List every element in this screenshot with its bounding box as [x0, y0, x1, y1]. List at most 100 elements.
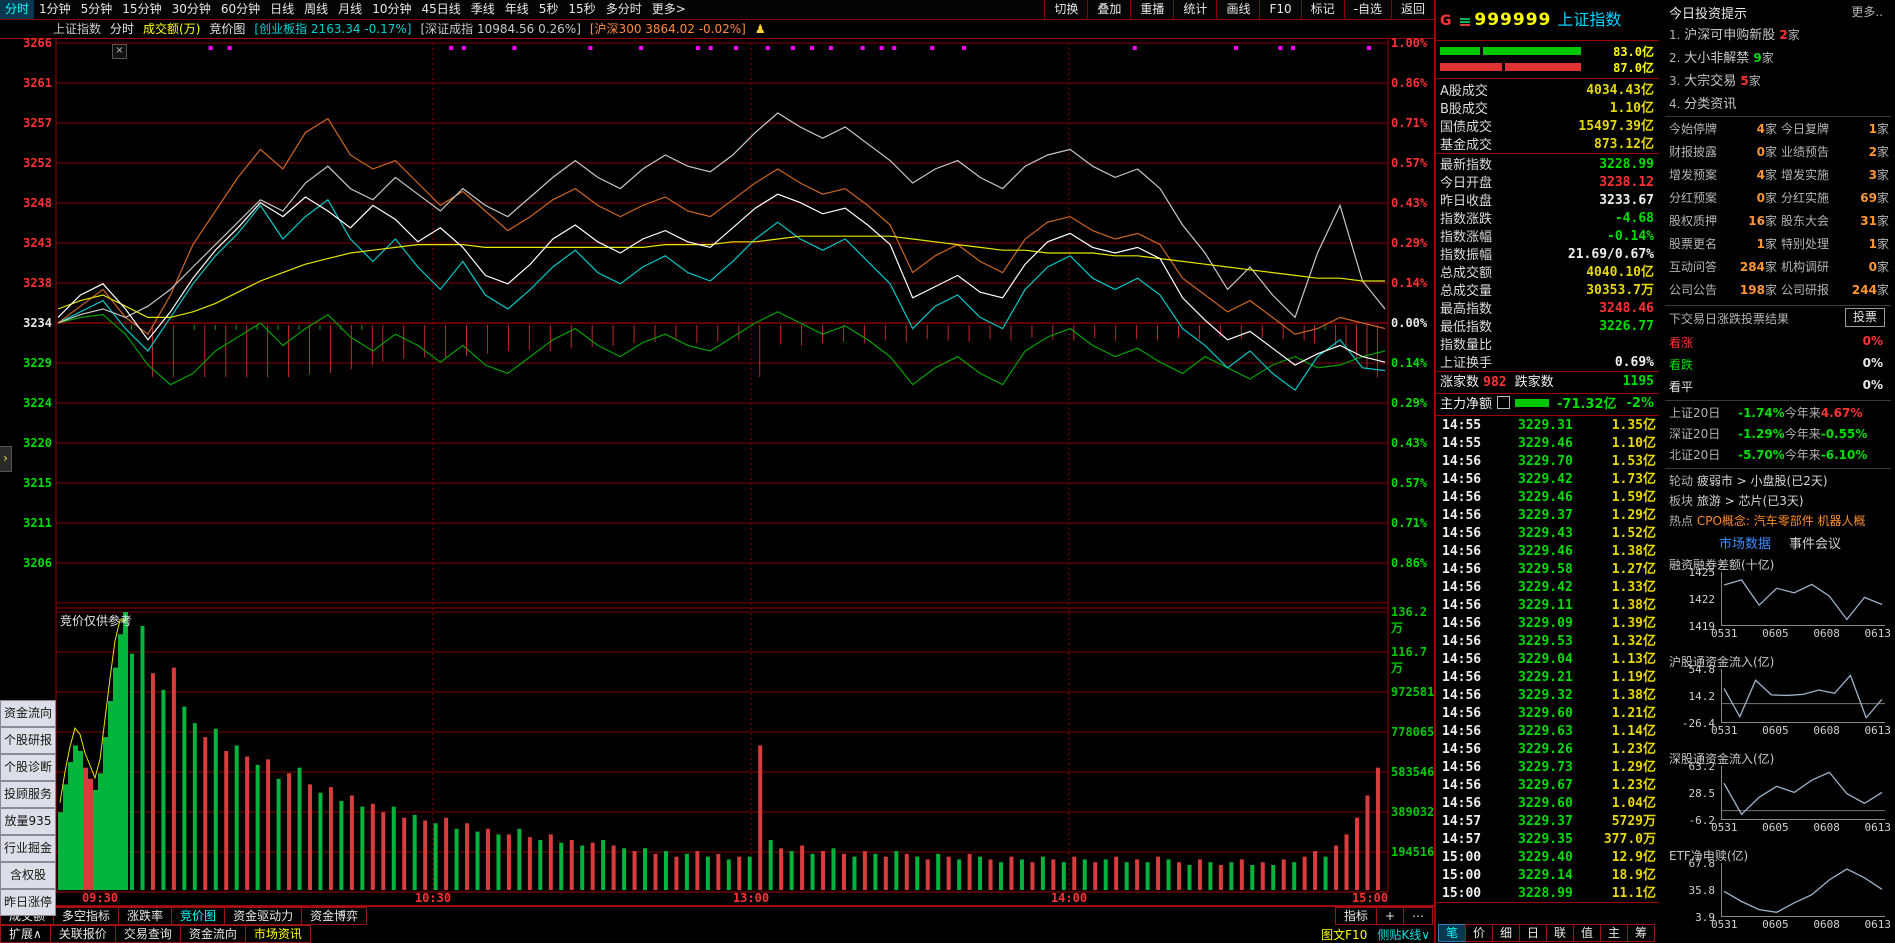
invest-item[interactable]: 2. 大小非解禁 9家	[1669, 47, 1891, 66]
quote-tab-联[interactable]: 联	[1546, 924, 1574, 942]
grid-cell[interactable]: 机构调研 0家	[1781, 258, 1889, 275]
toolbar-action-统计[interactable]: 统计	[1173, 0, 1216, 19]
overlay-index-quote[interactable]: [创业板指 2163.34 -0.17%]	[254, 22, 411, 36]
grid-cell[interactable]: 分红实施 69家	[1781, 189, 1889, 206]
grid-cell[interactable]: 今日复牌 1家	[1781, 120, 1889, 137]
rotation-value[interactable]: 旅游 > 芯片(已3天)	[1697, 494, 1804, 508]
toolbar-period[interactable]: 季线	[466, 0, 500, 19]
function-tab-关联报价[interactable]: 关联报价	[50, 925, 116, 943]
toolbar-period[interactable]: 周线	[299, 0, 333, 19]
intraday-chart[interactable]	[0, 38, 1434, 906]
sidebar-button-行业掘金[interactable]: 行业掘金	[0, 835, 56, 862]
tick-amount: 1.59亿	[1612, 489, 1656, 507]
tick-list[interactable]: 14:553229.311.35亿14:553229.461.10亿14:563…	[1436, 417, 1659, 903]
toolbar-period[interactable]: 15分钟	[117, 0, 166, 19]
quote-tab-价[interactable]: 价	[1465, 924, 1493, 942]
pct-axis-label: 0.29%	[1391, 396, 1433, 410]
sidebar-button-放量935[interactable]: 放量935	[0, 808, 56, 835]
grid-cell[interactable]: 特别处理 1家	[1781, 235, 1889, 252]
grid-cell[interactable]: 股权质押 16家	[1669, 212, 1781, 229]
list-icon[interactable]	[1497, 396, 1510, 409]
toolbar-action--自选[interactable]: -自选	[1344, 0, 1391, 19]
toolbar-period[interactable]: 10分钟	[367, 0, 416, 19]
quote-tab-日[interactable]: 日	[1519, 924, 1547, 942]
function-tab-资金流向[interactable]: 资金流向	[180, 925, 246, 943]
rotation-value[interactable]: 疲弱市 > 小盘股(已2天)	[1697, 474, 1828, 488]
indicator-tab-竞价图[interactable]: 竞价图	[171, 907, 225, 925]
toolbar-period[interactable]: 60分钟	[216, 0, 265, 19]
toolbar-period[interactable]: 30分钟	[167, 0, 216, 19]
quote-tab-值[interactable]: 值	[1573, 924, 1601, 942]
indicator-tab-多空指标[interactable]: 多空指标	[53, 907, 119, 925]
grid-cell[interactable]: 分红预案 0家	[1669, 189, 1781, 206]
toolbar-period[interactable]: 分时	[0, 0, 34, 19]
grid-cell[interactable]: 财报披露 0家	[1669, 143, 1781, 160]
toolbar-action-重播[interactable]: 重播	[1130, 0, 1173, 19]
grid-cell[interactable]: 增发预案 4家	[1669, 166, 1781, 183]
mini-tab-+[interactable]: +	[1376, 907, 1404, 925]
toolbar-action-返回[interactable]: 返回	[1391, 0, 1434, 19]
quote-tab-筹[interactable]: 筹	[1627, 924, 1655, 942]
market-tab-市场数据[interactable]: 市场数据	[1719, 537, 1771, 552]
overlay-index-quote[interactable]: [沪深300 3864.02 -0.02%]	[590, 22, 746, 36]
invest-item[interactable]: 3. 大宗交易 5家	[1669, 70, 1891, 89]
invest-item[interactable]: 1. 沪深可申购新股 2家	[1669, 24, 1891, 43]
grid-cell[interactable]: 公司研报 244家	[1781, 281, 1889, 298]
grid-cell[interactable]: 股东大会 31家	[1781, 212, 1889, 229]
toolbar-action-切换[interactable]: 切换	[1044, 0, 1087, 19]
toolbar-action-标记[interactable]: 标记	[1301, 0, 1344, 19]
overlay-index-quote[interactable]: [深证成指 10984.56 0.26%]	[421, 22, 581, 36]
function-tab-扩展∧[interactable]: 扩展∧	[0, 925, 51, 943]
function-tab-交易查询[interactable]: 交易查询	[115, 925, 181, 943]
grid-cell[interactable]: 互动问答 284家	[1669, 258, 1781, 275]
indicator-tab-资金博弈[interactable]: 资金博弈	[301, 907, 367, 925]
stock-name[interactable]: 上证指数	[1557, 10, 1621, 29]
market-tab-事件会议[interactable]: 事件会议	[1789, 537, 1841, 552]
toolbar-period[interactable]: 多分时	[601, 0, 647, 19]
toolbar-period[interactable]: 更多>	[647, 0, 691, 19]
link-图文F10[interactable]: 图文F10	[1321, 928, 1367, 942]
toolbar-period[interactable]: 15秒	[563, 0, 600, 19]
mini-tab-⋯[interactable]: ⋯	[1403, 907, 1433, 925]
tick-amount: 1.73亿	[1612, 471, 1656, 489]
grid-cell[interactable]: 公司公告 198家	[1669, 281, 1781, 298]
mini-tab-指标[interactable]: 指标	[1335, 907, 1377, 925]
sidebar-button-资金流向[interactable]: 资金流向	[0, 700, 56, 727]
toolbar-action-叠加[interactable]: 叠加	[1087, 0, 1130, 19]
toolbar-period[interactable]: 日线	[265, 0, 299, 19]
grid-cell[interactable]: 今始停牌 4家	[1669, 120, 1781, 137]
rotation-value[interactable]: CPO概念: 汽车零部件 机器人概	[1697, 514, 1866, 528]
grid-cell[interactable]: 股票更名 1家	[1669, 235, 1781, 252]
function-tab-市场资讯[interactable]: 市场资讯	[245, 925, 311, 943]
toolbar-period[interactable]: 5分钟	[76, 0, 118, 19]
sidebar-button-个股诊断[interactable]: 个股诊断	[0, 754, 56, 781]
title-item[interactable]: 竞价图	[209, 22, 245, 36]
indicator-tab-资金驱动力[interactable]: 资金驱动力	[224, 907, 302, 925]
expand-left-panel-arrow[interactable]: ›	[0, 446, 12, 472]
toolbar-action-F10[interactable]: F10	[1259, 0, 1300, 19]
quote-tab-笔[interactable]: 笔	[1438, 924, 1466, 942]
title-item[interactable]: 成交额(万)	[143, 22, 200, 36]
toolbar-period[interactable]: 月线	[333, 0, 367, 19]
quote-tab-主[interactable]: 主	[1600, 924, 1628, 942]
toolbar-period[interactable]: 5秒	[534, 0, 564, 19]
sidebar-button-投顾服务[interactable]: 投顾服务	[0, 781, 56, 808]
title-item[interactable]: 上证指数	[53, 22, 101, 36]
more-link[interactable]: 更多..	[1851, 3, 1883, 20]
grid-cell[interactable]: 增发实施 3家	[1781, 166, 1889, 183]
toolbar-period[interactable]: 1分钟	[34, 0, 76, 19]
grid-cell[interactable]: 业绩预告 2家	[1781, 143, 1889, 160]
sidebar-button-昨日涨停[interactable]: 昨日涨停	[0, 889, 56, 916]
vote-value: 0%	[1863, 334, 1883, 348]
toolbar-action-画线[interactable]: 画线	[1216, 0, 1259, 19]
toolbar-period[interactable]: 年线	[500, 0, 534, 19]
title-item[interactable]: 分时	[110, 22, 134, 36]
quote-tab-细[interactable]: 细	[1492, 924, 1520, 942]
link-侧贴K线∨[interactable]: 侧贴K线∨	[1377, 928, 1430, 942]
toolbar-period[interactable]: 45日线	[416, 0, 465, 19]
invest-item[interactable]: 4. 分类资讯	[1669, 93, 1891, 112]
sidebar-button-个股研报[interactable]: 个股研报	[0, 727, 56, 754]
sidebar-button-含权股[interactable]: 含权股	[0, 862, 56, 889]
vote-button[interactable]: 投票	[1845, 308, 1885, 327]
indicator-tab-涨跌率[interactable]: 涨跌率	[118, 907, 172, 925]
